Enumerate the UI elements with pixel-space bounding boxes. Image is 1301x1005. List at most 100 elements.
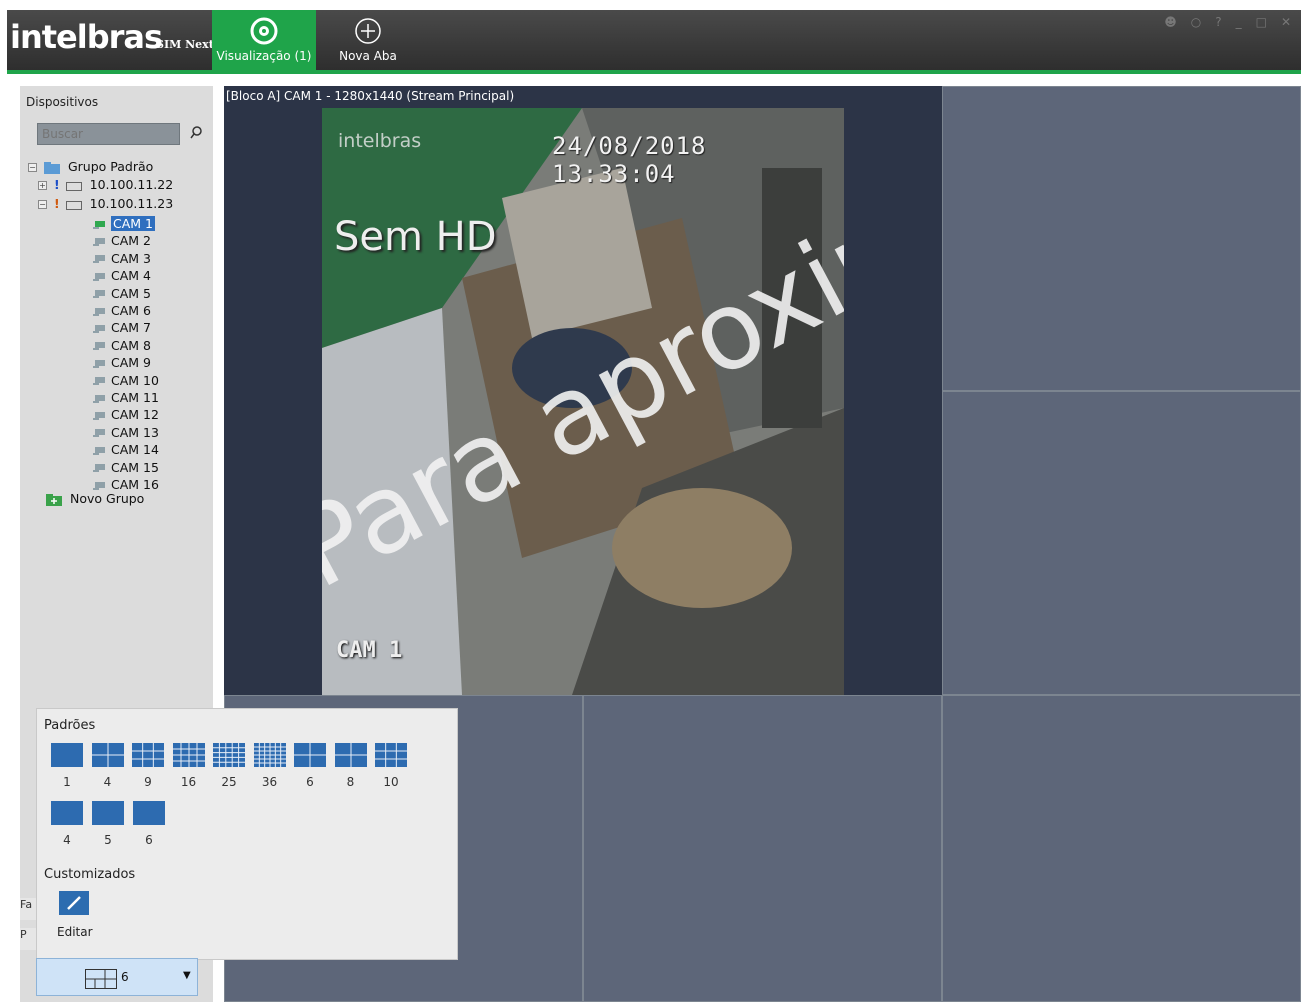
layout-option-8[interactable] — [334, 743, 367, 767]
top-bar-accent-line — [7, 70, 1301, 74]
layout-option-1[interactable] — [51, 743, 83, 767]
new-group-label: Novo Grupo — [69, 491, 145, 506]
layout-option-label: 36 — [261, 775, 278, 789]
tree-device[interactable]: + ! 10.100.11.22 — [38, 176, 173, 193]
camera-label: CAM 6 — [111, 303, 151, 318]
camera-label: CAM 4 — [111, 268, 151, 284]
layout-dropdown-value: 6 — [121, 970, 129, 984]
layout-option-9[interactable] — [132, 743, 164, 767]
window-controls: ☻ ○ ? _ □ ✕ — [1164, 15, 1291, 29]
layout-popup: Padrões Customizados Editar 1 4 9 16 25 36 6 8 1… — [36, 708, 458, 960]
group-label: Grupo Padrão — [67, 159, 154, 174]
camera-label: CAM 10 — [111, 372, 159, 388]
camera-label: CAM 12 — [111, 407, 159, 423]
camera-item[interactable]: CAM 3 — [93, 250, 151, 267]
camera-label: CAM 9 — [111, 355, 151, 371]
layout-option-label: 6 — [306, 775, 314, 789]
video-cell-empty[interactable] — [942, 391, 1301, 695]
pencil-icon — [67, 896, 81, 910]
layout-option-10[interactable] — [375, 743, 407, 767]
new-group-item[interactable]: Novo Grupo — [46, 490, 144, 507]
collapse-icon[interactable]: − — [38, 200, 47, 209]
search-input[interactable] — [37, 123, 180, 145]
layout-option-label: 6 — [145, 833, 153, 847]
layout-dropdown[interactable]: 6 ▼ — [36, 958, 198, 996]
camera-icon — [93, 220, 105, 229]
layout-option-alt-5[interactable] — [92, 801, 124, 825]
layout-option-label: 4 — [103, 775, 112, 789]
edit-layout-label: Editar — [57, 925, 93, 939]
video-cell-empty[interactable] — [942, 695, 1301, 1002]
collapse-icon[interactable]: − — [28, 163, 37, 172]
feed-camera-label: CAM 1 — [336, 638, 403, 663]
eye-icon — [250, 17, 278, 45]
camera-item[interactable]: CAM 14 — [93, 441, 159, 458]
app-logo: intelbras — [10, 18, 163, 56]
camera-icon — [93, 324, 105, 333]
lock-icon[interactable]: ○ — [1191, 15, 1201, 29]
camera-icon — [93, 377, 105, 386]
camera-item[interactable]: CAM 12 — [93, 406, 159, 423]
camera-item[interactable]: CAM 8 — [93, 337, 151, 354]
camera-label: CAM 15 — [111, 459, 159, 475]
device-label: 10.100.11.22 — [89, 177, 174, 192]
camera-icon — [93, 429, 105, 438]
video-cell-main[interactable]: [Bloco A] CAM 1 - 1280x1440 (Stream Prin… — [224, 86, 942, 695]
plus-circle-icon — [355, 18, 381, 44]
camera-label: CAM 11 — [111, 390, 159, 405]
camera-feed-image: intelbras 24/08/2018 13:33:04 Sem HD Par… — [322, 108, 844, 695]
layout-option-36[interactable] — [253, 743, 286, 767]
video-cell-empty[interactable] — [942, 86, 1301, 391]
camera-icon — [93, 237, 105, 246]
layout-option-alt-4[interactable] — [51, 801, 83, 825]
camera-item[interactable]: CAM 7 — [93, 319, 151, 336]
layout-option-alt-6[interactable] — [133, 801, 165, 825]
tab-visualizacao[interactable]: Visualização (1) — [212, 10, 316, 70]
minimize-icon[interactable]: _ — [1236, 15, 1242, 29]
layout-option-6[interactable] — [294, 743, 326, 767]
layout-option-4[interactable] — [91, 743, 124, 767]
user-icon[interactable]: ☻ — [1164, 15, 1177, 29]
tree-device[interactable]: − ! 10.100.11.23 — [38, 195, 173, 212]
layout-option-label: 16 — [180, 775, 197, 789]
camera-item[interactable]: CAM 13 — [93, 424, 159, 441]
panel-tab-ptz[interactable]: P — [20, 928, 36, 950]
tab-nova-aba[interactable]: Nova Aba — [316, 10, 420, 70]
camera-item[interactable]: CAM 5 — [93, 285, 151, 302]
feed-watermark-logo: intelbras — [338, 130, 422, 152]
camera-icon — [93, 255, 105, 264]
camera-label: CAM 7 — [111, 320, 151, 336]
panel-tab-favorites[interactable]: Fa — [20, 898, 36, 920]
camera-item[interactable]: CAM 4 — [93, 267, 151, 284]
layout-option-25[interactable] — [213, 743, 245, 767]
camera-item[interactable]: CAM 1 — [93, 215, 155, 232]
camera-icon — [93, 481, 105, 490]
dvr-icon — [65, 200, 82, 210]
custom-layouts-title: Customizados — [44, 867, 136, 882]
camera-icon — [93, 464, 105, 473]
camera-item[interactable]: CAM 10 — [93, 372, 159, 389]
maximize-icon[interactable]: □ — [1256, 15, 1267, 29]
layout-option-label: 4 — [63, 833, 71, 847]
camera-item[interactable]: CAM 9 — [93, 354, 151, 371]
chevron-down-icon: ▼ — [183, 970, 191, 981]
camera-icon — [93, 307, 105, 316]
layout-option-16[interactable] — [172, 743, 205, 767]
standard-layouts-title: Padrões — [44, 718, 96, 733]
dvr-icon — [65, 181, 82, 191]
expand-icon[interactable]: + — [38, 181, 47, 190]
edit-layout-button[interactable] — [59, 891, 89, 915]
layout-option-label: 1 — [63, 775, 71, 789]
grid-layout-icon — [85, 969, 117, 989]
alert-icon: ! — [53, 196, 60, 211]
camera-item[interactable]: CAM 15 — [93, 459, 159, 476]
camera-item[interactable]: CAM 11 — [93, 389, 159, 406]
search-icon[interactable] — [188, 124, 204, 142]
camera-item[interactable]: CAM 6 — [93, 302, 151, 319]
camera-label: CAM 2 — [111, 233, 151, 249]
help-icon[interactable]: ? — [1215, 15, 1221, 29]
close-icon[interactable]: ✕ — [1281, 15, 1291, 29]
video-cell-empty[interactable] — [583, 695, 942, 1002]
camera-item[interactable]: CAM 2 — [93, 232, 151, 249]
tree-group[interactable]: − Grupo Padrão — [28, 158, 153, 175]
